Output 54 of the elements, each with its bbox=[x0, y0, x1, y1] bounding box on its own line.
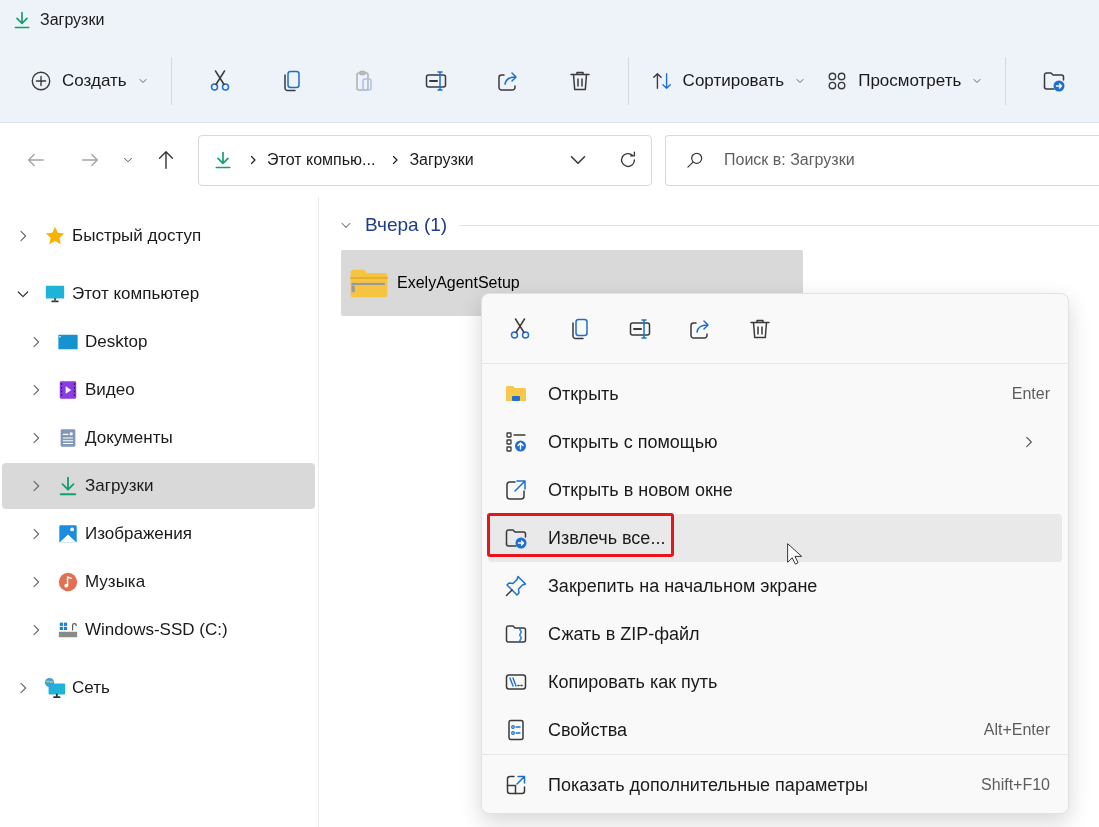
app-list-icon bbox=[504, 430, 528, 454]
menu-item[interactable]: Сжать в ZIP-файл bbox=[488, 610, 1062, 658]
tree-item[interactable]: Этот компьютер bbox=[2, 271, 315, 317]
breadcrumb-segment[interactable]: Этот компью... bbox=[267, 148, 376, 172]
tree-item[interactable]: Быстрый доступ bbox=[2, 213, 315, 259]
image-icon bbox=[57, 523, 79, 545]
video-icon bbox=[57, 379, 79, 401]
menu-item[interactable]: Свойства Alt+Enter bbox=[488, 706, 1062, 754]
menu-item[interactable]: Открыть с помощью bbox=[488, 418, 1062, 466]
music-note-icon bbox=[57, 571, 79, 593]
sort-arrows-icon bbox=[650, 70, 673, 92]
trash-icon bbox=[567, 69, 592, 93]
tree-item[interactable]: Windows-SSD (C:) bbox=[2, 607, 315, 653]
group-header[interactable]: Вчера (1) bbox=[339, 211, 448, 240]
rename-icon bbox=[423, 69, 448, 93]
download-icon bbox=[213, 150, 233, 170]
network-icon bbox=[44, 677, 66, 699]
tree-item[interactable]: Desktop bbox=[2, 319, 315, 365]
new-window-icon bbox=[504, 478, 528, 502]
share-icon bbox=[495, 69, 520, 93]
menu-item[interactable]: Закрепить на начальном экране bbox=[488, 562, 1062, 610]
folder-arrow-icon bbox=[504, 526, 528, 550]
tree-item[interactable]: Загрузки bbox=[2, 463, 315, 509]
breadcrumb-segment[interactable]: Загрузки bbox=[409, 148, 474, 172]
window-title: Загрузки bbox=[40, 10, 105, 30]
menu-item[interactable]: Извлечь все... bbox=[488, 514, 1062, 562]
zip-folder-outline-icon bbox=[504, 622, 528, 646]
shortcut-label: Alt+Enter bbox=[983, 720, 1050, 740]
download-icon bbox=[12, 10, 32, 30]
rename-icon bbox=[628, 316, 652, 341]
plus-circle-icon bbox=[30, 70, 52, 92]
folder-arrow-icon bbox=[1042, 69, 1067, 93]
toolbar-menu-button[interactable]: Сортировать bbox=[640, 59, 817, 103]
toolbar-menu-button[interactable]: Создать bbox=[20, 59, 159, 103]
tree-item[interactable]: Сеть bbox=[2, 665, 315, 711]
menu-item[interactable]: Показать дополнительные параметры Shift+F10 bbox=[488, 761, 1062, 809]
tree-item[interactable]: Музыка bbox=[2, 559, 315, 605]
address-bar[interactable]: Этот компью... Загрузки bbox=[198, 134, 652, 186]
scissors-icon bbox=[508, 316, 532, 341]
shortcut-label: Shift+F10 bbox=[981, 775, 1050, 795]
star-icon bbox=[44, 225, 66, 247]
tree-item[interactable]: Изображения bbox=[2, 511, 315, 557]
menu-item[interactable]: Копировать как путь bbox=[488, 658, 1062, 706]
monitor-icon bbox=[44, 283, 66, 305]
expand-window-icon bbox=[504, 773, 528, 797]
download-icon bbox=[57, 475, 79, 497]
menu-item[interactable]: Открыть в новом окне bbox=[488, 466, 1062, 514]
pin-icon bbox=[504, 574, 528, 598]
menu-item[interactable]: Открыть Enter bbox=[488, 370, 1062, 418]
search-field[interactable]: Поиск в: Загрузки bbox=[665, 134, 1099, 186]
toolbar-menu-button[interactable]: Просмотреть bbox=[816, 59, 994, 103]
tree-item[interactable]: Видео bbox=[2, 367, 315, 413]
tree-item[interactable]: Документы bbox=[2, 415, 315, 461]
shortcut-label: Enter bbox=[1011, 384, 1050, 404]
